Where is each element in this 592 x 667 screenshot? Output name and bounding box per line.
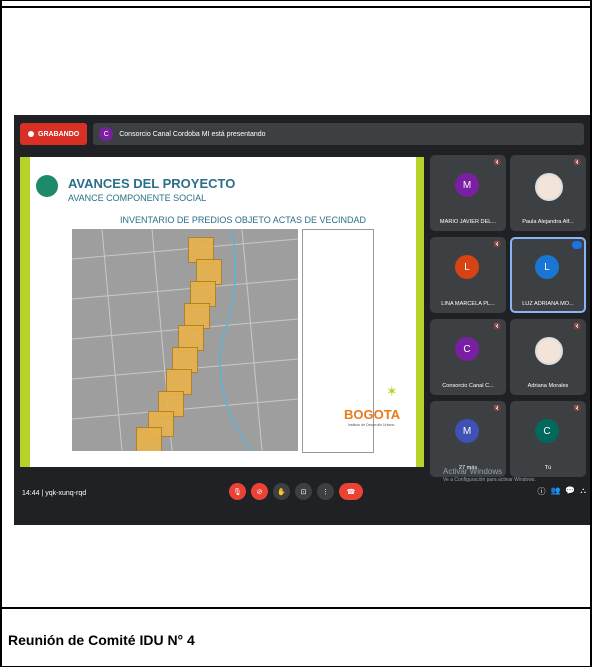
recording-label: GRABANDO	[38, 130, 80, 138]
bogota-logo: BOGOTA	[344, 407, 401, 422]
legend-box	[303, 230, 373, 238]
avatar: C	[455, 337, 479, 361]
meeting-code: yqk-xunq-rqd	[45, 490, 87, 497]
mic-off-icon: 🎙	[233, 488, 242, 496]
mic-muted-icon: 🔇	[493, 406, 501, 412]
bogota-logo-sub: Instituto de Desarrollo Urbano	[348, 423, 395, 427]
participant-name: LUZ ADRIANA MO...	[522, 301, 574, 307]
participant-name: MARIO JAVIER DEL...	[439, 219, 497, 225]
separator: |	[41, 490, 44, 497]
record-dot-icon	[28, 131, 34, 137]
participant-tile[interactable]: Paula Alejandra Alf... 🔇	[510, 155, 586, 231]
end-call-button[interactable]: ☎	[339, 483, 363, 500]
right-icons: ⓘ 👥 💬 ⛬	[537, 486, 586, 497]
speaking-icon	[572, 241, 582, 249]
participant-tile[interactable]: Adriana Morales 🔇	[510, 319, 586, 395]
slide-right-bar	[416, 157, 424, 467]
mic-muted-icon: 🔇	[573, 324, 581, 330]
slide-title: AVANCES DEL PROYECTO	[68, 176, 236, 191]
meeting-time: 14:44	[22, 490, 40, 497]
map-image	[72, 229, 298, 451]
mic-muted-icon: 🔇	[573, 406, 581, 412]
raise-hand-button[interactable]: ✋	[273, 483, 290, 500]
mic-muted-icon: 🔇	[573, 160, 581, 166]
presenting-text: Consorcio Canal Cordoba MI está presenta…	[119, 130, 266, 138]
avatar	[535, 337, 563, 365]
shared-slide: AVANCES DEL PROYECTO AVANCE COMPONENTE S…	[20, 157, 424, 467]
presenting-banner: C Consorcio Canal Cordoba MI está presen…	[93, 123, 584, 145]
logo-star-icon: ✶	[386, 383, 398, 399]
participant-name: LINA MARCELA PL...	[441, 301, 495, 307]
present-button[interactable]: ⊡	[295, 483, 312, 500]
participant-tile[interactable]: C Consorcio Canal C... 🔇	[430, 319, 506, 395]
avatar: C	[535, 419, 559, 443]
activate-windows-sub: Ve a Configuración para activar Windows.	[443, 477, 536, 483]
participant-name: Consorcio Canal C...	[442, 383, 494, 389]
parcel	[136, 427, 162, 451]
participant-name: Adriana Morales	[527, 383, 569, 389]
call-controls: 🎙 ⊘ ✋ ⊡ ⋮ ☎	[229, 483, 363, 500]
phone-hangup-icon: ☎	[346, 488, 356, 496]
mic-muted-icon: 🔇	[493, 324, 501, 330]
more-vert-icon: ⋮	[322, 488, 329, 496]
bottom-rule	[0, 607, 592, 609]
avatar	[535, 173, 563, 201]
participant-tile[interactable]: M 27 más 🔇	[430, 401, 506, 477]
recording-badge: GRABANDO	[20, 123, 88, 145]
participant-name: Paula Alejandra Alf...	[522, 219, 574, 225]
activate-windows: Activar Windows	[443, 467, 503, 476]
meet-window: GRABANDO C Consorcio Canal Cordoba MI es…	[14, 115, 590, 525]
meeting-info: 14:44 | yqk-xunq-rqd	[22, 490, 86, 497]
present-icon: ⊡	[300, 488, 307, 496]
activities-icon[interactable]: ⛬	[580, 486, 586, 497]
info-icon[interactable]: ⓘ	[537, 486, 545, 497]
participant-tile[interactable]: L LUZ ADRIANA MO...	[510, 237, 586, 313]
chat-icon[interactable]: 💬	[565, 486, 575, 497]
hand-icon: ✋	[277, 488, 286, 496]
avatar: L	[455, 255, 479, 279]
caption: Reunión de Comité IDU N° 4	[8, 632, 195, 648]
slide-circle	[36, 175, 58, 197]
mic-muted-icon: 🔇	[493, 160, 501, 166]
participant-tile[interactable]: L LINA MARCELA PL... 🔇	[430, 237, 506, 313]
avatar: M	[455, 173, 479, 197]
top-rule	[0, 6, 592, 8]
top-bar: GRABANDO C Consorcio Canal Cordoba MI es…	[20, 122, 584, 146]
mic-off-button[interactable]: 🎙	[229, 483, 246, 500]
camera-off-icon: ⊘	[256, 488, 263, 496]
participant-tile[interactable]: C Tú 🔇	[510, 401, 586, 477]
participant-name: Tú	[544, 465, 552, 471]
slide-left-bar	[20, 157, 30, 467]
participant-tile[interactable]: M MARIO JAVIER DEL... 🔇	[430, 155, 506, 231]
people-icon[interactable]: 👥	[550, 486, 560, 497]
avatar: M	[455, 419, 479, 443]
mic-muted-icon: 🔇	[493, 242, 501, 248]
slide-subtitle: AVANCE COMPONENTE SOCIAL	[68, 193, 207, 203]
camera-off-button[interactable]: ⊘	[251, 483, 268, 500]
more-options-button[interactable]: ⋮	[317, 483, 334, 500]
map-title: INVENTARIO DE PREDIOS OBJETO ACTAS DE VE…	[120, 215, 367, 225]
avatar: L	[535, 255, 559, 279]
left-rule	[0, 0, 2, 667]
presenter-avatar: C	[99, 127, 114, 141]
bottom-bar: 14:44 | yqk-xunq-rqd 🎙 ⊘ ✋ ⊡ ⋮ ☎ Activar…	[14, 467, 590, 525]
